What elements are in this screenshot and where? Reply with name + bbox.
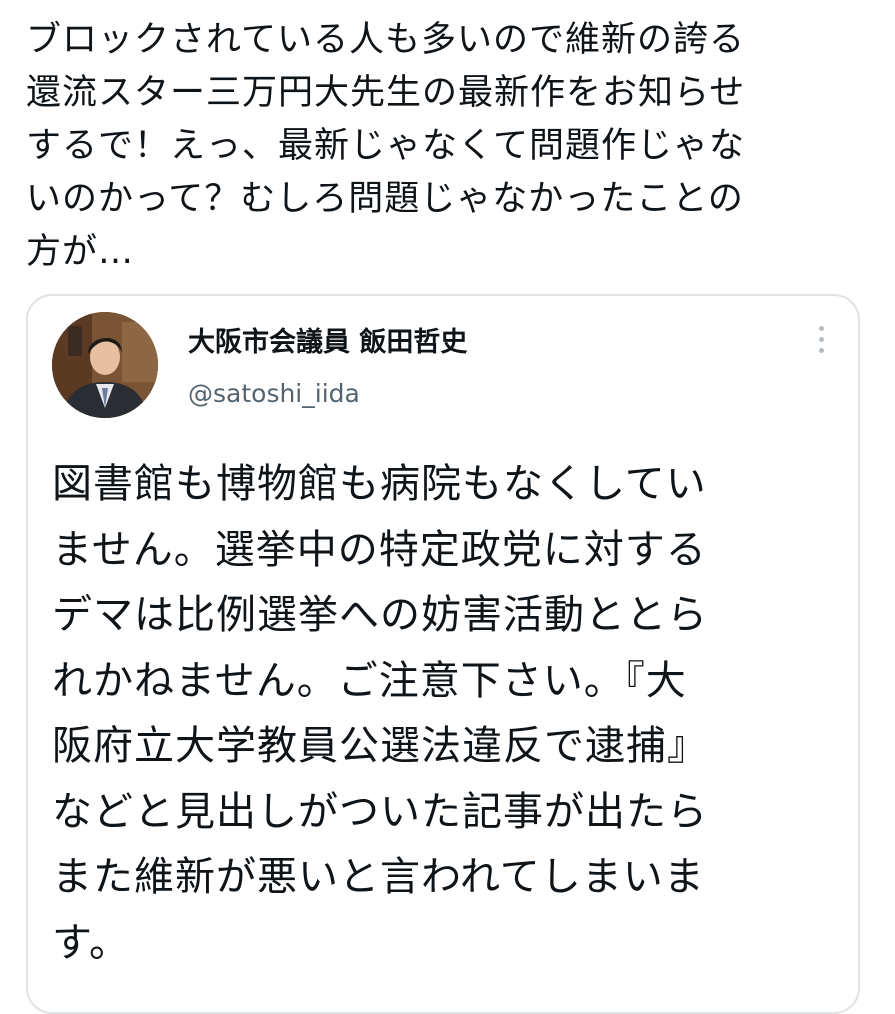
tweet-text: ブロックされている人も多いので維新の誇る 還流スター三万円大先生の最新作をお知ら… <box>26 20 746 272</box>
profile-photo-icon <box>52 312 158 418</box>
author-handle[interactable]: @satoshi_iida <box>188 378 360 410</box>
quoted-tweet-text: 図書館も博物館も病院もなくしてい ません。選挙中の特定政党に対する デマは比例選… <box>52 461 708 966</box>
author-name[interactable]: 大阪市会議員 飯田哲史 <box>188 326 467 360</box>
vertical-ellipsis-icon[interactable] <box>816 326 826 360</box>
author-avatar[interactable] <box>52 312 158 418</box>
quoted-tweet-card[interactable]: 大阪市会議員 飯田哲史 @satoshi_iida 図書館も博物館も病院もなくし… <box>26 294 860 1014</box>
